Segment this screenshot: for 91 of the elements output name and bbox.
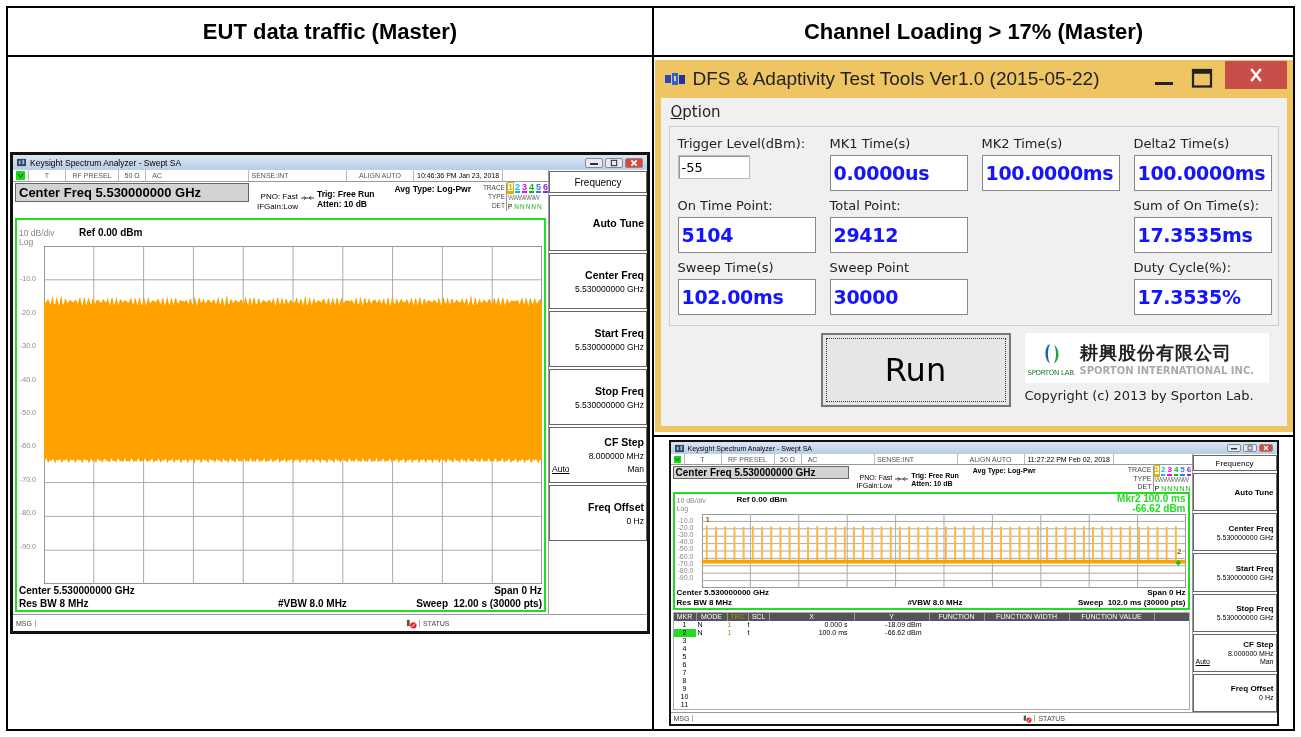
ref-level: Ref 0.00 dBm — [736, 495, 788, 504]
field-label: Total Point: — [829, 198, 902, 213]
sweep-readout: Sweep 102.0 ms (30000 pts) — [1077, 598, 1186, 608]
restore-button[interactable] — [605, 157, 623, 168]
column-header: Channel Loading > 17% (Master) — [654, 8, 1293, 57]
menu-title: Frequency — [549, 171, 647, 193]
minimize-button[interactable] — [585, 157, 603, 168]
trace-number: 4 — [1173, 466, 1179, 476]
value-field: 100.0000ms — [1133, 155, 1272, 191]
trace-number: 2 — [1161, 466, 1166, 476]
company-name: SPORTON INTERNATIONAL INC. — [1079, 364, 1255, 376]
softkey[interactable]: Freq Offset 0 Hz — [549, 485, 647, 541]
marker-tag: 1 — [705, 516, 710, 524]
trace-number: 5 — [535, 183, 541, 193]
copyright-text: Copyright (c) 2013 by Sporton Lab. — [1024, 388, 1255, 403]
trigger-setting: Trig: Free Run — [316, 189, 375, 199]
status-icon — [405, 617, 417, 629]
trace-number: 3 — [521, 183, 527, 193]
window-title: DFS & Adaptivity Test Tools Ver1.0 (2015-05-22) — [692, 68, 1101, 90]
scale-type: Log — [18, 238, 34, 246]
attenuation-setting: Atten: 10 dB — [316, 199, 368, 209]
close-button[interactable] — [625, 157, 643, 168]
restore-button[interactable] — [1242, 444, 1257, 452]
pno-setting: PNO: Fast — [260, 192, 298, 202]
resolution-bandwidth: Res BW 8 MHz — [19, 597, 89, 610]
app-icon — [674, 443, 684, 453]
video-bandwidth: #VBW 8.0 MHz — [277, 597, 347, 610]
value-field: 17.3535ms — [1133, 217, 1272, 253]
span-readout: Span 0 Hz — [494, 584, 542, 597]
value-field: 17.3535% — [1133, 279, 1272, 315]
trace-number: 5 — [1180, 466, 1185, 476]
softkey[interactable]: CF Step 8.000000 MHz Auto Man — [549, 427, 647, 483]
field-label: Sweep Time(s) — [677, 260, 775, 275]
field-label: Trigger Level(dBm): — [677, 136, 807, 151]
field-label: MK1 Time(s) — [829, 136, 912, 151]
if-gain-setting: IFGain:Low — [257, 202, 298, 212]
field-label: Sweep Point — [829, 260, 911, 275]
resolution-bandwidth: Res BW 8 MHz — [676, 598, 733, 608]
trace-number: 1 — [507, 183, 513, 193]
value-field: 29412 — [829, 217, 968, 253]
value-field: 30000 — [829, 279, 968, 315]
center-frequency: Center 5.530000000 GHz — [19, 584, 135, 597]
field-label: On Time Point: — [677, 198, 774, 213]
value-field: 102.00ms — [677, 279, 816, 315]
marker-readout: Mkr2 100.0 ms — [1117, 494, 1187, 504]
center-frequency: Center 5.530000000 GHz — [676, 588, 769, 598]
field-label: Delta2 Time(s) — [1133, 136, 1231, 151]
arrow-icon — [895, 476, 909, 482]
run-button[interactable]: Run — [820, 333, 1011, 407]
value-field: 100.0000ms — [981, 155, 1120, 191]
field-label: MK2 Time(s) — [981, 136, 1064, 151]
field-label: Sum of On Time(s): — [1133, 198, 1261, 213]
menu-item[interactable]: Option — [668, 103, 723, 121]
column-header: EUT data traffic (Master) — [8, 8, 654, 57]
app-icon — [17, 158, 26, 167]
softkey[interactable]: Center Freq 5.530000000 GHz — [549, 253, 647, 309]
softkey[interactable]: Stop Freq 5.530000000 GHz — [549, 369, 647, 425]
status-indicator-icon — [16, 171, 25, 180]
ref-level: Ref 0.00 dBm — [79, 227, 143, 238]
company-name: 耕興股份有限公司 — [1079, 340, 1233, 365]
status-indicator-icon — [673, 455, 681, 463]
menu-title: Frequency — [1192, 455, 1277, 471]
avg-type: Avg Type: Log-Pwr — [394, 184, 472, 194]
marker-readout: -66.62 dBm — [1132, 504, 1187, 514]
softkey[interactable]: Start Freq 5.530000000 GHz — [549, 311, 647, 367]
input-field[interactable]: -55 — [677, 155, 750, 179]
marker-tag: 2 — [1177, 548, 1182, 557]
arrow-icon — [300, 195, 314, 201]
close-button[interactable] — [1258, 444, 1273, 452]
trace-number: 3 — [1167, 466, 1172, 476]
scale-label: 10 dB/div — [18, 228, 56, 238]
value-field: 0.0000us — [829, 155, 968, 191]
minimize-button[interactable] — [1226, 444, 1241, 452]
field-label: Duty Cycle(%): — [1133, 260, 1233, 275]
softkey[interactable]: Auto Tune — [1192, 473, 1277, 512]
center-freq-readout: Center Freq 5.530000000 GHz — [15, 183, 249, 202]
video-bandwidth: #VBW 8.0 MHz — [907, 598, 963, 608]
trace-number: 2 — [514, 183, 520, 193]
trace-number: 6 — [543, 183, 548, 193]
span-readout: Span 0 Hz — [1147, 588, 1186, 598]
center-freq-readout: Center Freq 5.530000000 GHz — [672, 466, 849, 479]
sweep-readout: Sweep 12.00 s (30000 pts) — [416, 597, 542, 610]
close-button[interactable] — [1224, 61, 1287, 89]
softkey[interactable]: Auto Tune — [549, 195, 647, 251]
trace-number: 4 — [528, 183, 534, 193]
value-field: 5104 — [677, 217, 816, 253]
status-icon — [1023, 714, 1033, 723]
window-title: Keysight Spectrum Analyzer - Swept SA — [30, 157, 182, 168]
trace-number: 1 — [1154, 466, 1159, 476]
app-icon — [664, 72, 685, 86]
trace-number: 6 — [1186, 466, 1192, 476]
